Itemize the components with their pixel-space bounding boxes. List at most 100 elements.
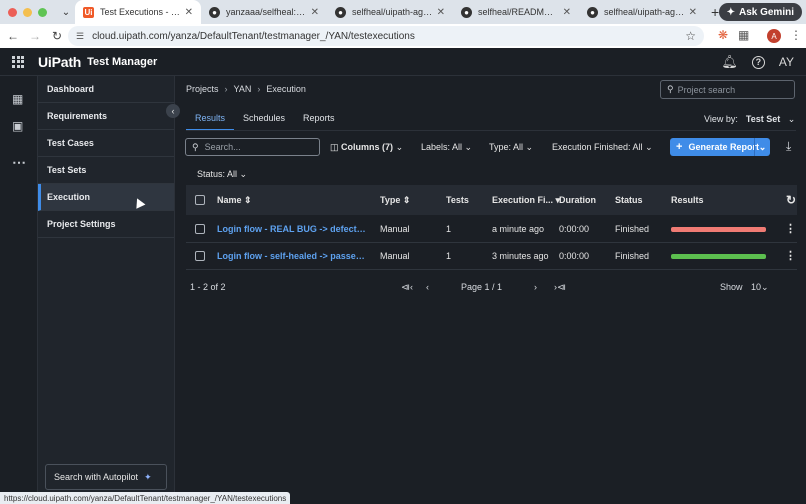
bell-icon[interactable]: 🔔︎ — [721, 54, 738, 70]
close-tab-icon[interactable]: ✕ — [437, 7, 445, 18]
status-filter[interactable]: Status: All ⌄ — [197, 169, 247, 180]
github-icon: ● — [335, 6, 346, 18]
column-header-type[interactable]: Type ⇕ — [380, 195, 410, 206]
cell-executed: a minute ago — [492, 224, 545, 234]
browser-tab-strip: ⌄ Ui Test Executions - Test Manager ✕ ● … — [0, 0, 806, 24]
autopilot-label: Search with Autopilot — [54, 472, 139, 482]
refresh-icon[interactable]: ↻ — [786, 193, 796, 207]
left-rail: ▦ ▣ ⋯ — [0, 76, 38, 494]
browser-tab-1[interactable]: ● yanzaaa/selfheal: new commit ✕ — [201, 0, 327, 24]
table-row[interactable]: Login flow - REAL BUG -> defect filed (.… — [186, 216, 797, 243]
search-input[interactable]: ⚲ Search... — [185, 138, 320, 156]
reload-icon[interactable]: ↻ — [46, 29, 68, 43]
profile-avatar[interactable]: A — [767, 29, 781, 43]
tab-search-icon[interactable]: ⌄ — [57, 3, 75, 21]
cell-tests: 1 — [446, 224, 452, 234]
download-icon[interactable]: ⤓ — [786, 139, 791, 154]
close-tab-icon[interactable]: ✕ — [185, 7, 193, 18]
extensions-puzzle-icon[interactable]: ▦ — [738, 28, 749, 42]
search-placeholder: Search... — [204, 142, 241, 152]
browser-menu-icon[interactable]: ⋮ — [790, 28, 802, 42]
generate-report-button[interactable]: + Generate Report ⌄ — [670, 138, 770, 156]
sidebar-item-test-sets[interactable]: Test Sets — [38, 157, 174, 184]
forward-icon[interactable]: → — [24, 29, 46, 43]
close-tab-icon[interactable]: ✕ — [689, 7, 697, 18]
status-filter-label: Status: All — [197, 169, 238, 179]
uipath-logo[interactable]: UiPath — [38, 54, 81, 70]
extension-icon[interactable]: ❋ — [718, 28, 728, 42]
browser-tab-3[interactable]: ● selfheal/README.md at main ✕ — [453, 0, 579, 24]
tab-schedules[interactable]: Schedules — [234, 113, 294, 131]
select-all-checkbox[interactable] — [195, 195, 205, 205]
browser-tab-2[interactable]: ● selfheal/uipath-agent at main ✕ — [327, 0, 453, 24]
projects-icon[interactable]: ▦ — [12, 92, 23, 106]
minimize-window-button[interactable] — [23, 7, 32, 17]
execution-name-link[interactable]: Login flow - self-healed -> passed (Sel.… — [217, 251, 367, 263]
bookmark-star-icon[interactable]: ☆ — [685, 29, 696, 43]
search-with-autopilot-button[interactable]: Search with Autopilot ✦ — [45, 464, 167, 490]
column-header-execution-finished[interactable]: Execution Fi... ▾ — [492, 195, 560, 206]
execution-name-link[interactable]: Login flow - REAL BUG -> defect filed (.… — [217, 224, 367, 236]
tab-reports[interactable]: Reports — [294, 113, 344, 131]
sidebar-item-project-settings[interactable]: Project Settings — [38, 211, 174, 238]
new-tab-button[interactable]: + — [711, 4, 719, 20]
previous-page-icon[interactable]: ‹ — [426, 282, 429, 292]
execution-finished-filter[interactable]: Execution Finished: All ⌄ — [552, 142, 653, 153]
close-tab-icon[interactable]: ✕ — [563, 7, 571, 18]
collapse-sidebar-button[interactable]: ‹ — [166, 104, 180, 118]
row-checkbox[interactable] — [195, 224, 205, 234]
type-filter[interactable]: Type: All ⌄ — [489, 142, 533, 153]
cell-type: Manual — [380, 224, 410, 234]
user-initials[interactable]: AY — [779, 55, 794, 69]
close-window-button[interactable] — [8, 7, 17, 17]
maximize-window-button[interactable] — [38, 7, 47, 17]
breadcrumb-project[interactable]: YAN — [234, 84, 252, 94]
sidebar-item-execution[interactable]: Execution — [38, 184, 174, 211]
chevron-down-icon: ⌄ — [464, 142, 473, 152]
github-icon: ● — [461, 6, 472, 18]
test-icon[interactable]: ▣ — [12, 119, 23, 133]
close-tab-icon[interactable]: ✕ — [311, 7, 319, 18]
tab-title: selfheal/uipath-agent/main — [604, 7, 685, 17]
search-icon: ⚲ — [192, 141, 199, 152]
labels-filter[interactable]: Labels: All ⌄ — [421, 142, 472, 153]
row-menu-icon[interactable]: ⋮ — [785, 249, 796, 262]
back-icon[interactable]: ← — [2, 29, 24, 43]
help-icon[interactable]: ? — [751, 55, 765, 69]
last-page-icon[interactable]: ›⧏ — [554, 282, 566, 293]
column-header-name[interactable]: Name ⇕ — [217, 195, 252, 206]
project-search-input[interactable]: ⚲ Project search — [660, 80, 795, 99]
row-menu-icon[interactable]: ⋮ — [785, 222, 796, 235]
browser-tab-0[interactable]: Ui Test Executions - Test Manager ✕ — [75, 0, 201, 24]
cell-duration: 0:00:00 — [559, 224, 590, 234]
chevron-down-icon[interactable]: ⌄ — [754, 138, 770, 156]
breadcrumb-projects[interactable]: Projects — [186, 84, 219, 94]
columns-dropdown[interactable]: ◫ Columns (7) ⌄ — [330, 142, 403, 153]
project-search-placeholder: Project search — [677, 84, 736, 95]
sidebar-item-dashboard[interactable]: Dashboard — [38, 76, 174, 103]
address-bar[interactable]: ☰ cloud.uipath.com/yanza/DefaultTenant/t… — [68, 26, 704, 46]
plus-icon: + — [676, 141, 683, 153]
link-status-bar: https://cloud.uipath.com/yanza/DefaultTe… — [0, 492, 291, 504]
more-icon[interactable]: ⋯ — [12, 154, 26, 171]
first-page-icon[interactable]: ⧏‹ — [401, 282, 413, 293]
url-text: cloud.uipath.com/yanza/DefaultTenant/tes… — [92, 30, 415, 42]
sidebar-item-requirements[interactable]: Requirements — [38, 103, 174, 130]
tab-results[interactable]: Results — [186, 113, 235, 131]
browser-tab-4[interactable]: ● selfheal/uipath-agent/main ✕ — [579, 0, 705, 24]
view-by-select[interactable]: View by: Test Set ⌄ — [704, 114, 795, 125]
app-launcher-icon[interactable] — [12, 55, 24, 68]
ask-gemini-button[interactable]: ✦ Ask Gemini — [718, 3, 802, 21]
product-name: Test Manager — [87, 55, 158, 68]
table-row[interactable]: Login flow - self-healed -> passed (Sel.… — [186, 243, 797, 270]
next-page-icon[interactable]: › — [534, 282, 537, 292]
cell-type: Manual — [380, 251, 410, 261]
view-by-value: Test Set — [745, 114, 781, 124]
chevron-down-icon: ⌄ — [787, 114, 796, 124]
sidebar: Dashboard Requirements Test Cases Test S… — [38, 76, 175, 494]
site-info-icon[interactable]: ☰ — [76, 31, 84, 42]
page-indicator: Page 1 / 1 — [461, 282, 503, 292]
row-checkbox[interactable] — [195, 251, 205, 261]
sidebar-item-test-cases[interactable]: Test Cases — [38, 130, 174, 157]
cell-duration: 0:00:00 — [559, 251, 590, 261]
